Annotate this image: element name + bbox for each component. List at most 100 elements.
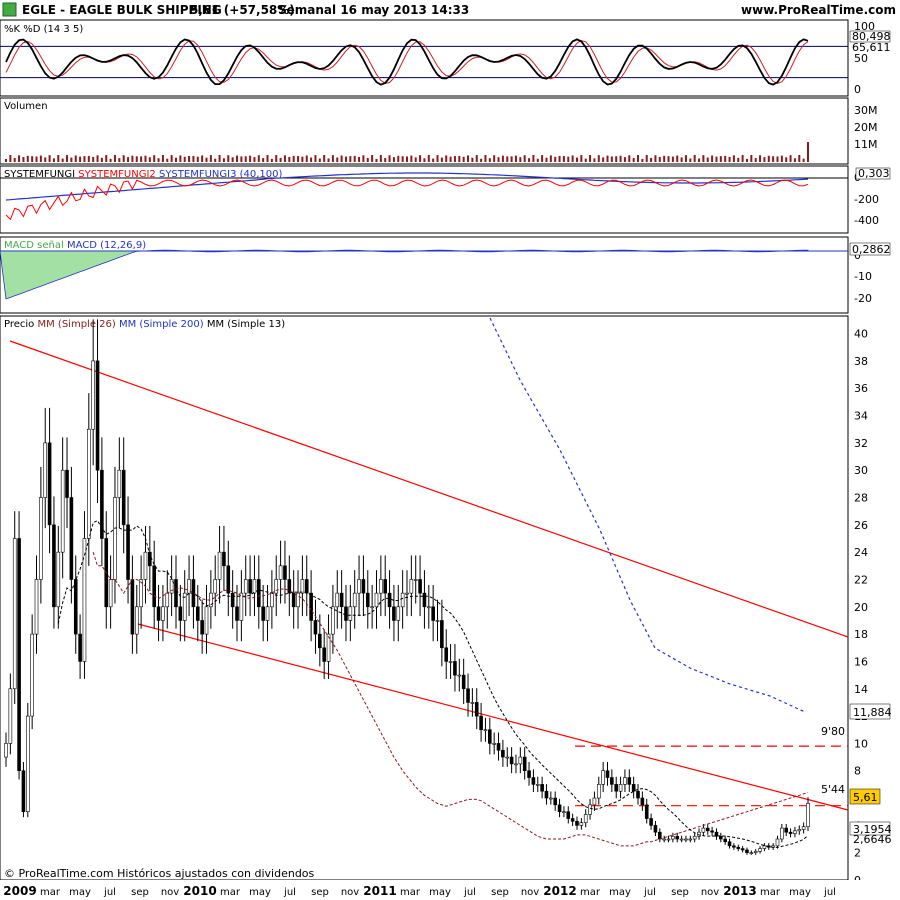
candle-body [65,469,69,498]
candle-body [91,360,95,430]
volume-bar [610,156,613,162]
volume-bar [118,158,121,162]
status-icon [2,2,17,17]
volume-bar [423,158,426,162]
volume-bar [127,157,130,162]
volume-bar [785,157,788,162]
candle-body [801,826,806,830]
candle-body [143,551,148,580]
x-tick-label: nov [701,887,719,898]
candle-body [479,715,483,731]
volume-bar [31,156,34,162]
volume-bar [615,156,618,162]
candle-body [400,592,405,608]
volume-bar [741,155,744,162]
volume-bar [506,156,509,162]
candle-body [108,579,113,608]
volume-bar [301,156,304,162]
candle-body [631,784,636,792]
candle-body [134,606,139,635]
volume-bar [135,156,138,162]
candle-body [113,497,117,580]
volume-bar [637,155,640,162]
price-tick: 2 [854,847,861,860]
volume-bar [327,158,330,162]
candle-body [596,784,601,799]
volume-bar [593,158,596,162]
stoch-series [0,38,848,86]
candle-body [235,606,239,621]
candle-body [444,647,449,662]
volume-bar [275,155,278,162]
candle-body [531,777,536,785]
candle-body [601,770,605,785]
candle-body [514,763,518,766]
candle-body [322,647,326,662]
price-tick: 16 [854,655,868,668]
candle-body [461,674,466,690]
volume-bar [384,158,387,162]
volume-bar [375,158,378,162]
volume-bar [209,155,212,162]
volume-bar [419,155,422,162]
volume-bar [737,157,740,162]
candle-body [540,784,544,792]
volume-bar [61,158,64,162]
candle-body [161,606,165,621]
volume-bar [772,156,775,162]
volume-bar [236,155,239,162]
volume-bar [26,155,29,162]
candle-body [492,743,496,745]
candle-body [549,797,553,800]
price-tick: 24 [854,546,868,559]
candle-body [413,579,418,581]
sma200-value: 11,884 [853,706,892,719]
candle-body [4,743,8,758]
candle-body [47,442,52,526]
volume-bar [759,155,762,162]
candle-body [405,592,409,595]
candle-body [522,756,527,772]
candle-body [56,551,61,608]
candle-body [361,579,366,594]
volume-bar [196,156,199,162]
candle-body [352,592,357,608]
volume-bar [227,155,230,162]
volume-bar [462,156,465,162]
volume-bar [170,155,173,162]
price-tick: 36 [854,382,868,395]
price-series [4,317,849,855]
volume-bar [719,156,722,162]
candle-body [527,770,531,778]
candle-body [793,830,797,834]
candle-body [649,818,653,826]
candle-body [583,814,588,823]
volume-bar [353,155,356,162]
volume-bar [597,155,600,162]
volume-bar [48,155,51,162]
volume-bar [161,155,164,162]
volume-bar [427,155,430,162]
candle-body [95,360,100,471]
volume-bar [349,156,352,162]
candle-body [457,674,462,677]
candle-body [261,606,265,621]
vol-tick-20: 20M [854,121,878,134]
volume-bar [157,158,160,162]
volume-bar [589,155,592,162]
candle-body [640,797,645,806]
macd-label: MACD [4,240,34,251]
candle-body [392,606,396,621]
price-tick: 32 [854,437,868,450]
x-tick-label: jul [643,887,656,898]
volume-bar [545,157,548,162]
candle-body [745,849,749,853]
volume-bar [331,155,334,162]
volume-bar [606,155,609,162]
volume-bar [266,155,269,162]
candle-body [453,661,457,676]
price-tick: 18 [854,628,868,641]
x-tick-label: mar [400,887,421,898]
volume-bar [22,157,25,162]
volume-bar [602,157,605,162]
